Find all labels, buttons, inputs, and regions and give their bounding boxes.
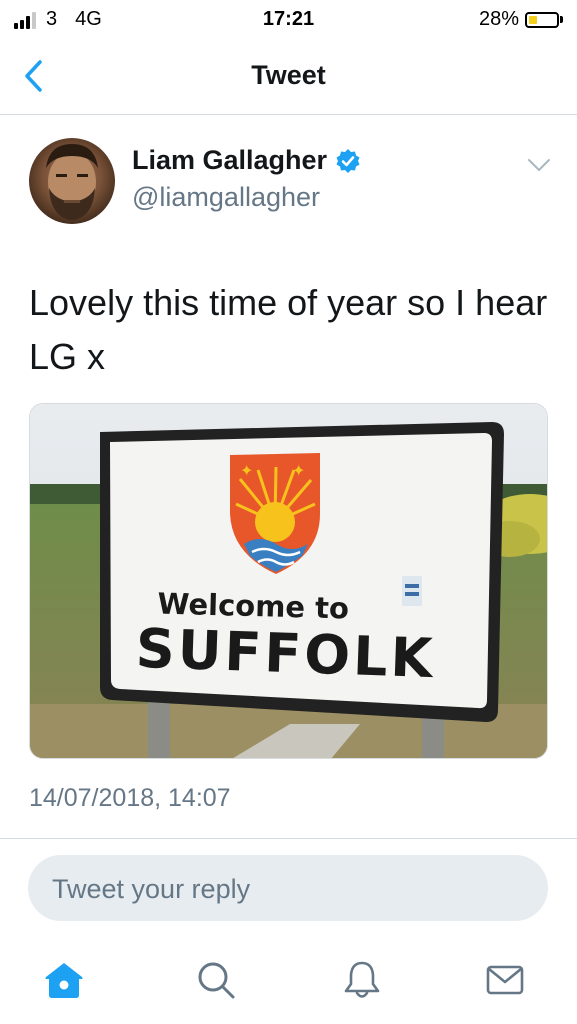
battery-icon xyxy=(525,11,559,28)
tweet-timestamp: 14/07/2018, 14:07 xyxy=(29,784,231,812)
reply-input[interactable]: Tweet your reply xyxy=(28,855,548,921)
author-name[interactable]: Liam Gallagher xyxy=(132,145,361,176)
navigation-bar: Tweet xyxy=(0,40,577,115)
battery-tip xyxy=(560,16,563,23)
status-bar-right: 28% xyxy=(479,8,563,31)
tweet-media-image[interactable]: ✦ ✦ Welcome to SUFFOLK xyxy=(29,403,548,759)
tab-home[interactable] xyxy=(42,958,86,1002)
tweet-options-button[interactable] xyxy=(527,155,551,175)
author-name-text: Liam Gallagher xyxy=(132,145,328,175)
author-handle[interactable]: @liamgallagher xyxy=(132,182,320,213)
svg-text:✦: ✦ xyxy=(292,461,305,480)
suffolk-sign-photo: ✦ ✦ Welcome to SUFFOLK xyxy=(30,404,547,758)
author-avatar[interactable] xyxy=(29,138,115,224)
tweet-detail-screen: 3 4G 17:21 28% Tweet Liam Gallagher @lia… xyxy=(0,0,577,1024)
search-icon xyxy=(198,962,235,999)
sign-line-2: SUFFOLK xyxy=(135,617,437,690)
messages-envelope-icon xyxy=(486,965,524,995)
tab-search[interactable] xyxy=(194,958,238,1002)
svg-text:✦: ✦ xyxy=(240,461,253,480)
verified-badge-icon xyxy=(336,148,360,173)
bottom-tab-bar xyxy=(0,940,577,1024)
tab-messages[interactable] xyxy=(483,958,527,1002)
chevron-down-icon xyxy=(528,159,550,171)
reply-placeholder: Tweet your reply xyxy=(52,874,251,904)
home-icon xyxy=(45,963,83,998)
divider xyxy=(0,838,577,839)
status-bar: 3 4G 17:21 28% xyxy=(0,0,577,40)
notifications-bell-icon xyxy=(344,961,380,998)
tweet-text: Lovely this time of year so I hear LG x xyxy=(29,282,548,377)
page-title: Tweet xyxy=(251,60,326,90)
avatar-portrait xyxy=(46,144,98,220)
tab-notifications[interactable] xyxy=(340,958,384,1002)
battery-percent: 28% xyxy=(478,8,519,30)
